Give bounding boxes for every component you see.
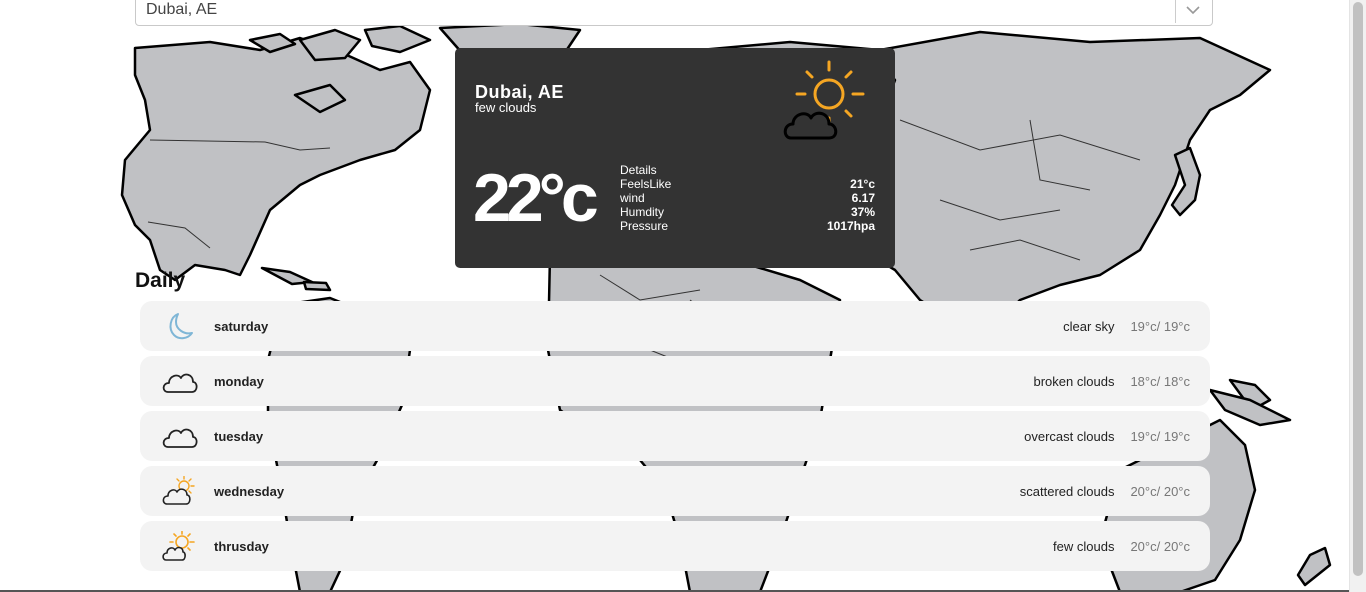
forecast-range: 19°c/ 19°c <box>1130 429 1190 444</box>
detail-value: 1017hpa <box>826 219 875 233</box>
forecast-description: overcast clouds <box>1024 429 1115 444</box>
forecast-row-monday[interactable]: monday broken clouds 18°c/ 18°c <box>140 356 1210 406</box>
details-panel: Details FeelsLike 21°c wind 6.17 Humdity… <box>620 163 875 233</box>
detail-row-wind: wind 6.17 <box>620 191 875 205</box>
forecast-day: wednesday <box>214 484 285 499</box>
forecast-description: broken clouds <box>1033 374 1115 389</box>
north-america-landmass <box>120 36 432 282</box>
arctic-island <box>363 24 432 54</box>
forecast-range: 20°c/ 20°c <box>1130 484 1190 499</box>
detail-value: 37% <box>850 205 875 219</box>
forecast-day: saturday <box>214 319 269 334</box>
current-weather-card: Dubai, AE few clouds 22°c Details FeelsL… <box>455 48 895 268</box>
forecast-description: scattered clouds <box>1019 484 1115 499</box>
forecast-summary: clear sky 19°c/ 19°c <box>1063 319 1190 334</box>
location-search-select[interactable]: Dubai, AE <box>135 0 1213 26</box>
forecast-day: thrusday <box>214 539 269 554</box>
current-description: few clouds <box>475 100 537 115</box>
new-zealand-island <box>1296 546 1332 587</box>
daily-title: Daily <box>135 269 186 292</box>
moon-icon <box>169 313 193 340</box>
detail-label: Humdity <box>620 205 665 219</box>
forecast-range: 19°c/ 19°c <box>1130 319 1190 334</box>
forecast-summary: broken clouds 18°c/ 18°c <box>1034 374 1191 389</box>
forecast-summary: few clouds 20°c/ 20°c <box>1053 539 1190 554</box>
chevron-down-icon[interactable] <box>1186 5 1200 15</box>
forecast-description: clear sky <box>1063 319 1115 334</box>
detail-label: FeelsLike <box>620 177 672 191</box>
vertical-scrollbar[interactable] <box>1349 0 1366 592</box>
forecast-range: 18°c/ 18°c <box>1130 374 1190 389</box>
detail-value: 21°c <box>850 177 875 191</box>
forecast-row-wednesday[interactable]: wednesday scattered clouds 20°c/ 20°c <box>140 466 1210 516</box>
detail-label: Pressure <box>620 219 669 233</box>
forecast-row-saturday[interactable]: saturday clear sky 19°c/ 19°c <box>140 301 1210 351</box>
sun-cloud-icon <box>783 60 865 140</box>
detail-value: 6.17 <box>851 191 875 205</box>
cloud-icon <box>162 428 198 448</box>
forecast-summary: scattered clouds 20°c/ 20°c <box>1020 484 1190 499</box>
details-header: Details <box>620 163 875 177</box>
daily-forecast-list: saturday clear sky 19°c/ 19°c monday bro… <box>140 301 1210 576</box>
scrollbar-thumb[interactable] <box>1353 2 1363 576</box>
forecast-row-thursday[interactable]: thrusday few clouds 20°c/ 20°c <box>140 521 1210 571</box>
detail-row-feelslike: FeelsLike 21°c <box>620 177 875 191</box>
forecast-day: monday <box>214 374 264 389</box>
current-temperature: 22°c <box>473 160 599 236</box>
sun-cloud-icon <box>162 531 195 561</box>
details-label: Details <box>620 163 657 177</box>
forecast-description: few clouds <box>1053 539 1115 554</box>
search-separator <box>1175 0 1176 23</box>
forecast-range: 20°c/ 20°c <box>1130 539 1190 554</box>
hispaniola-island <box>302 280 332 292</box>
search-selected-value: Dubai, AE <box>146 1 218 18</box>
detail-row-humidity: Humdity 37% <box>620 205 875 219</box>
cloud-icon <box>162 373 198 393</box>
detail-row-pressure: Pressure 1017hpa <box>620 219 875 233</box>
detail-label: wind <box>620 191 645 205</box>
forecast-row-tuesday[interactable]: tuesday overcast clouds 19°c/ 19°c <box>140 411 1210 461</box>
forecast-summary: overcast clouds 19°c/ 19°c <box>1024 429 1190 444</box>
sun-cloud-icon <box>162 476 195 505</box>
forecast-day: tuesday <box>214 429 264 444</box>
